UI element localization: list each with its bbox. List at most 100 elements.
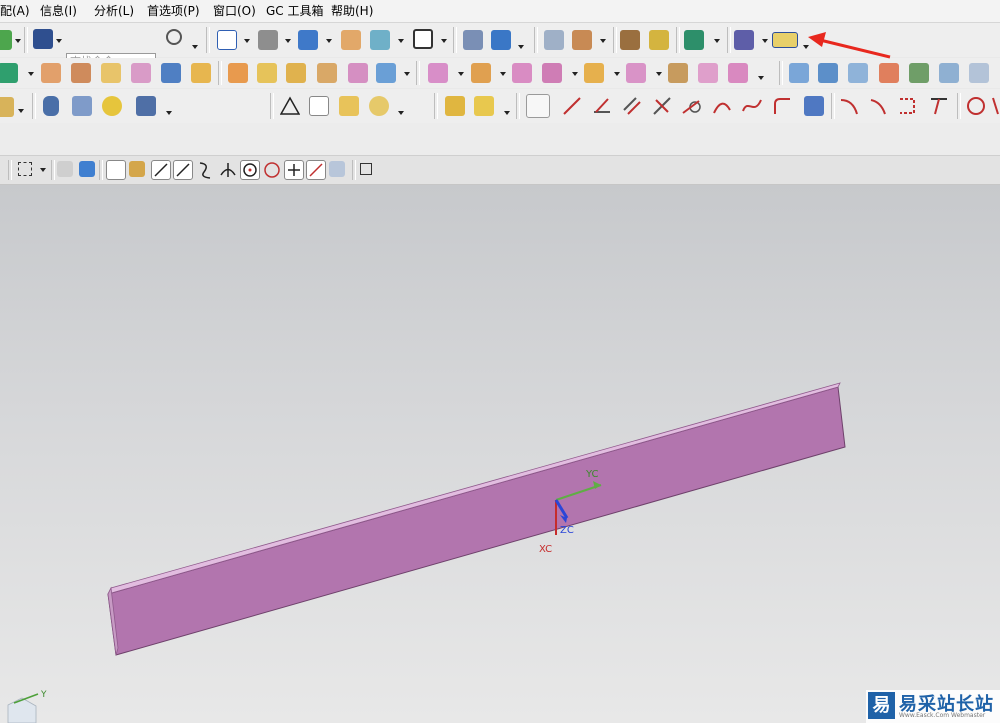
arc-icon[interactable]: [712, 96, 732, 116]
sew-icon[interactable]: [376, 63, 396, 83]
edge-blend-icon[interactable]: [228, 63, 248, 83]
snap-endpoint-icon[interactable]: [151, 160, 171, 180]
triangle-icon[interactable]: [279, 96, 301, 116]
circle-pattern-icon[interactable]: [369, 96, 389, 116]
cylinder-icon[interactable]: [43, 96, 59, 116]
menu-window[interactable]: 窗口(O): [213, 3, 256, 19]
dropdown-arrow-icon[interactable]: [28, 72, 34, 76]
dropdown-arrow-icon[interactable]: [614, 72, 620, 76]
move-face-icon[interactable]: [728, 63, 748, 83]
measure-distance-ruler-icon[interactable]: [772, 32, 798, 48]
angle-line-icon[interactable]: [592, 96, 612, 116]
table-icon[interactable]: [309, 96, 329, 116]
hole-icon[interactable]: [131, 63, 151, 83]
tangent-line-icon[interactable]: [682, 96, 702, 116]
menu-preferences[interactable]: 首选项(P): [147, 3, 200, 19]
dropdown-arrow-icon[interactable]: [244, 39, 250, 43]
dropdown-arrow-icon[interactable]: [656, 72, 662, 76]
dropdown-arrow-icon[interactable]: [600, 39, 606, 43]
studio-surface-icon[interactable]: [909, 63, 929, 83]
dropdown-arrow-icon[interactable]: [15, 39, 21, 43]
boss-icon[interactable]: [161, 63, 181, 83]
snap-point-on-face-icon[interactable]: [329, 161, 345, 177]
layout-icon[interactable]: [413, 29, 433, 49]
sweep-icon[interactable]: [101, 63, 121, 83]
delete-face-icon[interactable]: [698, 63, 718, 83]
orient-view-icon[interactable]: [341, 30, 361, 50]
chamfer-icon[interactable]: [257, 63, 277, 83]
shaded-cube-icon[interactable]: [298, 30, 318, 50]
revolve-icon[interactable]: [71, 63, 91, 83]
dropdown-arrow-icon[interactable]: [762, 39, 768, 43]
intersect-icon[interactable]: [512, 63, 532, 83]
fillet-curve-icon[interactable]: [772, 96, 792, 116]
dropdown-arrow-icon[interactable]: [758, 76, 764, 80]
menu-analysis[interactable]: 分析(L): [94, 3, 134, 19]
snap-intersection-icon[interactable]: [218, 160, 238, 180]
start-icon[interactable]: [0, 30, 12, 50]
point-constructor-icon[interactable]: [572, 30, 592, 50]
assembly-icon[interactable]: [0, 97, 14, 117]
perpendicular-line-icon[interactable]: [652, 96, 672, 116]
point-set-icon[interactable]: [339, 96, 359, 116]
draft-icon[interactable]: [317, 63, 337, 83]
dropdown-arrow-icon[interactable]: [518, 45, 524, 49]
manufacturing-icon[interactable]: [620, 30, 640, 50]
snap-quadrant-icon[interactable]: [262, 160, 282, 180]
sheet-metal-icon[interactable]: [649, 30, 669, 50]
graphics-viewport[interactable]: YC XC ZC Y: [0, 185, 1000, 723]
wcs-orient-icon[interactable]: [463, 30, 483, 50]
dropdown-arrow-icon[interactable]: [572, 72, 578, 76]
select-face-icon[interactable]: [57, 161, 73, 177]
section-view-icon[interactable]: [370, 30, 390, 50]
menu-help[interactable]: 帮助(H): [331, 3, 373, 19]
fastener-icon[interactable]: [136, 96, 156, 116]
dropdown-arrow-icon[interactable]: [441, 39, 447, 43]
dropdown-arrow-icon[interactable]: [18, 109, 24, 113]
fit-view-icon[interactable]: [217, 30, 237, 50]
divide-curve-icon[interactable]: [929, 96, 949, 116]
snap-enable-icon[interactable]: [106, 160, 126, 180]
replace-face-icon[interactable]: [668, 63, 688, 83]
menu-gc-toolbox[interactable]: GC 工具箱: [266, 3, 324, 19]
dropdown-arrow-icon[interactable]: [398, 111, 404, 115]
simulation-icon[interactable]: [684, 30, 704, 50]
curve-trim-icon[interactable]: [839, 96, 859, 116]
dropdown-arrow-icon[interactable]: [398, 39, 404, 43]
line-icon[interactable]: [562, 96, 582, 116]
sketch-icon[interactable]: [0, 63, 18, 83]
wcs-dynamic-icon[interactable]: [491, 30, 511, 50]
extract-geometry-icon[interactable]: [445, 96, 465, 116]
link-chain-icon[interactable]: [526, 94, 550, 118]
offset-curve-icon[interactable]: [898, 96, 918, 116]
dropdown-arrow-icon[interactable]: [500, 72, 506, 76]
snap-arc-center-icon[interactable]: [240, 160, 260, 180]
plate-body[interactable]: [107, 382, 846, 656]
offset-face-icon[interactable]: [542, 63, 562, 83]
snap-existing-point-icon[interactable]: [284, 160, 304, 180]
dropdown-arrow-icon[interactable]: [458, 72, 464, 76]
subtract-icon[interactable]: [471, 63, 491, 83]
part-navigator-icon[interactable]: [544, 30, 564, 50]
more-tools-icon[interactable]: [992, 96, 1000, 116]
parallel-lines-icon[interactable]: [622, 96, 642, 116]
pocket-icon[interactable]: [191, 63, 211, 83]
extrude-icon[interactable]: [41, 63, 61, 83]
extend-curve-icon[interactable]: [869, 96, 889, 116]
snap-midpoint-icon[interactable]: [173, 160, 193, 180]
select-body-icon[interactable]: [79, 161, 95, 177]
circle-icon[interactable]: [966, 96, 986, 116]
search-icon[interactable]: [166, 29, 182, 45]
gear-icon[interactable]: [102, 96, 122, 116]
mirror-body-icon[interactable]: [584, 63, 604, 83]
spline-icon[interactable]: [742, 96, 762, 116]
selection-rectangle-icon[interactable]: [18, 162, 32, 176]
patch-icon[interactable]: [969, 63, 989, 83]
dropdown-arrow-icon[interactable]: [40, 168, 46, 172]
rectangle-grid-icon[interactable]: [804, 96, 824, 116]
trim-body-icon[interactable]: [348, 63, 368, 83]
dropdown-arrow-icon[interactable]: [504, 111, 510, 115]
information-icon[interactable]: [33, 29, 53, 49]
measure-angle-icon[interactable]: [734, 30, 754, 50]
dropdown-arrow-icon[interactable]: [404, 72, 410, 76]
